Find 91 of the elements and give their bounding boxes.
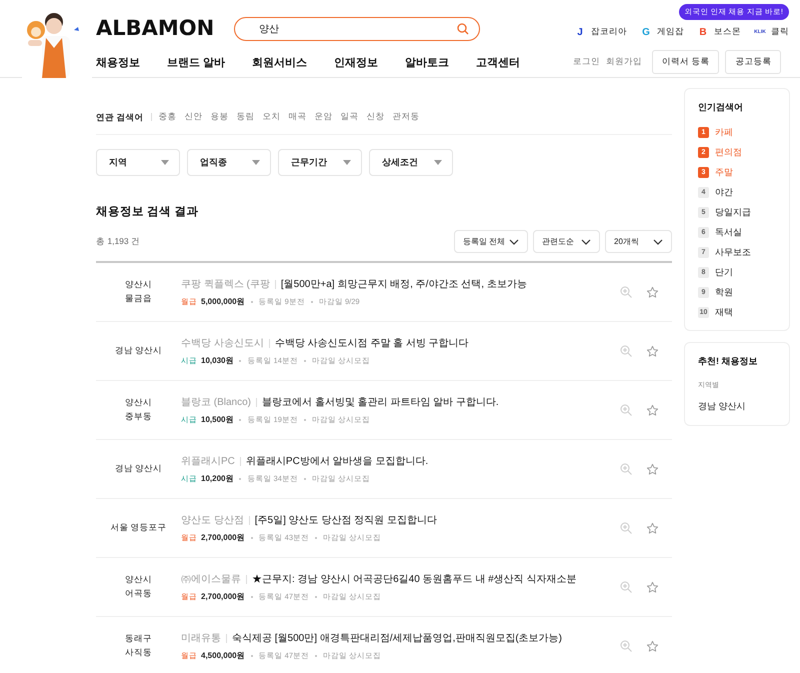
job-location: 경남 양산시 xyxy=(114,462,164,476)
zoom-in-icon[interactable] xyxy=(620,581,632,593)
related-term-link[interactable]: 신창 xyxy=(366,111,384,123)
related-term-link[interactable]: 신안 xyxy=(184,111,202,123)
star-icon[interactable] xyxy=(646,404,659,416)
star-icon[interactable] xyxy=(646,640,659,652)
company-name: 블랑코 (Blanco) xyxy=(181,398,258,406)
family-site-link[interactable]: J 잡코리아 xyxy=(573,26,627,38)
job-location: 경남 양산시 xyxy=(114,344,164,358)
site-logo-icon: G xyxy=(639,26,653,38)
related-term-link[interactable]: 용봉 xyxy=(210,111,228,123)
zoom-in-icon[interactable] xyxy=(620,404,632,416)
related-label: 연관 검색어 xyxy=(96,113,152,121)
results-heading: 채용정보 검색 결과 xyxy=(96,205,200,219)
company-name: 위플래시PC xyxy=(181,456,241,466)
caret-icon xyxy=(161,160,169,165)
pay-amount: 2,700,000원 xyxy=(201,591,245,602)
site-logo-icon: J xyxy=(573,26,587,38)
star-icon[interactable] xyxy=(646,522,659,534)
job-title-link[interactable]: 숙식제공 [월500만] 애경특판대리점/세제납품영업,판매직원모집(초보가능) xyxy=(232,631,562,645)
header-button[interactable]: 공고등록 xyxy=(725,50,782,74)
search-field[interactable]: 양산 xyxy=(234,17,480,41)
auth-link[interactable]: 로그인 xyxy=(573,56,600,68)
filter-dropdown[interactable]: 업직종 xyxy=(187,149,271,176)
job-title-link[interactable]: 수백당 사송신도시점 주말 홀 서빙 구합니다 xyxy=(274,336,469,350)
star-icon[interactable] xyxy=(646,580,659,594)
search-icon[interactable] xyxy=(457,23,470,35)
sort-dropdown[interactable]: 등록일 전체 xyxy=(454,230,528,253)
star-icon[interactable] xyxy=(646,286,659,298)
sort-dropdown[interactable]: 관련도순 xyxy=(533,230,600,253)
nav-menu-item[interactable]: 인재정보 xyxy=(334,54,378,70)
sort-dropdown[interactable]: 20개씩 xyxy=(605,230,672,253)
zoom-in-icon[interactable] xyxy=(620,463,632,475)
nav-menu-item[interactable]: 회원서비스 xyxy=(252,54,308,70)
pay-amount: 10,500원 xyxy=(201,414,234,425)
job-location: 양산시 어곡동 xyxy=(124,573,153,600)
chevron-icon xyxy=(509,238,519,244)
result-count: 총 1,193 건 xyxy=(96,236,140,248)
card-title: 인기검색어 xyxy=(698,101,744,114)
job-title-link[interactable]: ★근무지: 경남 양산시 어곡공단6길40 동원홈푸드 내 #생산직 식자재소분 xyxy=(252,572,576,586)
pay-amount: 10,200원 xyxy=(201,473,234,484)
job-title-link[interactable]: 블랑코에서 홀서빙및 홀관리 파트타임 알바 구합니다. xyxy=(262,395,499,409)
related-term-link[interactable]: 중흥 xyxy=(158,111,176,123)
job-title-link[interactable]: [주5일] 양산도 당산점 정직원 모집합니다 xyxy=(254,513,438,527)
star-icon[interactable] xyxy=(646,462,659,476)
nav-menu-item[interactable]: 채용정보 xyxy=(96,54,140,70)
chevron-icon xyxy=(581,238,591,244)
zoom-in-icon[interactable] xyxy=(620,640,632,652)
nav-menu-item[interactable]: 브랜드 알바 xyxy=(167,54,226,70)
pay-amount: 4,500,000원 xyxy=(201,650,245,661)
star-icon[interactable] xyxy=(646,344,659,358)
job-location: 동래구 사직동 xyxy=(124,632,153,659)
zoom-in-icon[interactable] xyxy=(620,286,632,298)
caret-icon xyxy=(343,160,351,165)
caret-icon xyxy=(434,160,442,165)
job-title-link[interactable]: [월500만+a] 희망근무지 배정, 주/야간조 선택, 초보가능 xyxy=(280,277,527,291)
pay-amount: 10,030원 xyxy=(201,355,234,366)
region-link[interactable]: 경남 양산시 xyxy=(698,401,746,411)
job-location: 양산시 물금읍 xyxy=(124,278,153,305)
related-term-link[interactable]: 오치 xyxy=(262,111,280,123)
company-name: 수백당 사송신도시 xyxy=(181,338,270,348)
site-logo-icon: B xyxy=(696,26,710,38)
company-name: ㈜에이스물류 xyxy=(181,574,247,584)
related-term-link[interactable]: 동림 xyxy=(236,111,254,123)
nav-menu-item[interactable]: 알바토크 xyxy=(405,54,450,70)
related-term-link[interactable]: 관저동 xyxy=(392,111,420,123)
company-name: 양산도 당산점 xyxy=(181,516,250,524)
family-site-link[interactable]: G 게임잡 xyxy=(639,26,684,38)
zoom-in-icon[interactable] xyxy=(620,522,632,534)
related-term-link[interactable]: 일곡 xyxy=(340,111,358,123)
family-site-link[interactable]: B 보스몬 xyxy=(696,26,741,38)
card-title: 추천! 채용정보 xyxy=(698,355,758,368)
pay-amount: 2,700,000원 xyxy=(201,532,245,543)
header-button[interactable]: 이력서 등록 xyxy=(652,50,720,74)
related-term-link[interactable]: 매곡 xyxy=(288,111,306,123)
caret-icon xyxy=(252,160,260,165)
job-title-link[interactable]: 위플래시PC방에서 알바생을 모집합니다. xyxy=(246,454,428,468)
pay-amount: 5,000,000원 xyxy=(201,296,245,307)
chevron-icon xyxy=(653,238,663,244)
company-name: 미래유통 xyxy=(181,634,227,642)
albamon-logo[interactable]: ALBAMON xyxy=(96,16,214,40)
filter-dropdown[interactable]: 상세조건 xyxy=(369,149,453,176)
filter-dropdown[interactable]: 지역 xyxy=(96,149,180,176)
related-term-link[interactable]: 운암 xyxy=(314,111,332,123)
job-location: 서울 영등포구 xyxy=(109,521,168,534)
auth-link[interactable]: 회원가입 xyxy=(606,56,642,68)
zoom-in-icon[interactable] xyxy=(620,345,632,357)
nav-menu-item[interactable]: 고객센터 xyxy=(476,54,520,70)
company-name: 쿠팡 퀵플렉스 (쿠팡 xyxy=(181,280,276,288)
filter-dropdown[interactable]: 근무기간 xyxy=(278,149,362,176)
job-location: 양산시 중부동 xyxy=(124,396,153,423)
